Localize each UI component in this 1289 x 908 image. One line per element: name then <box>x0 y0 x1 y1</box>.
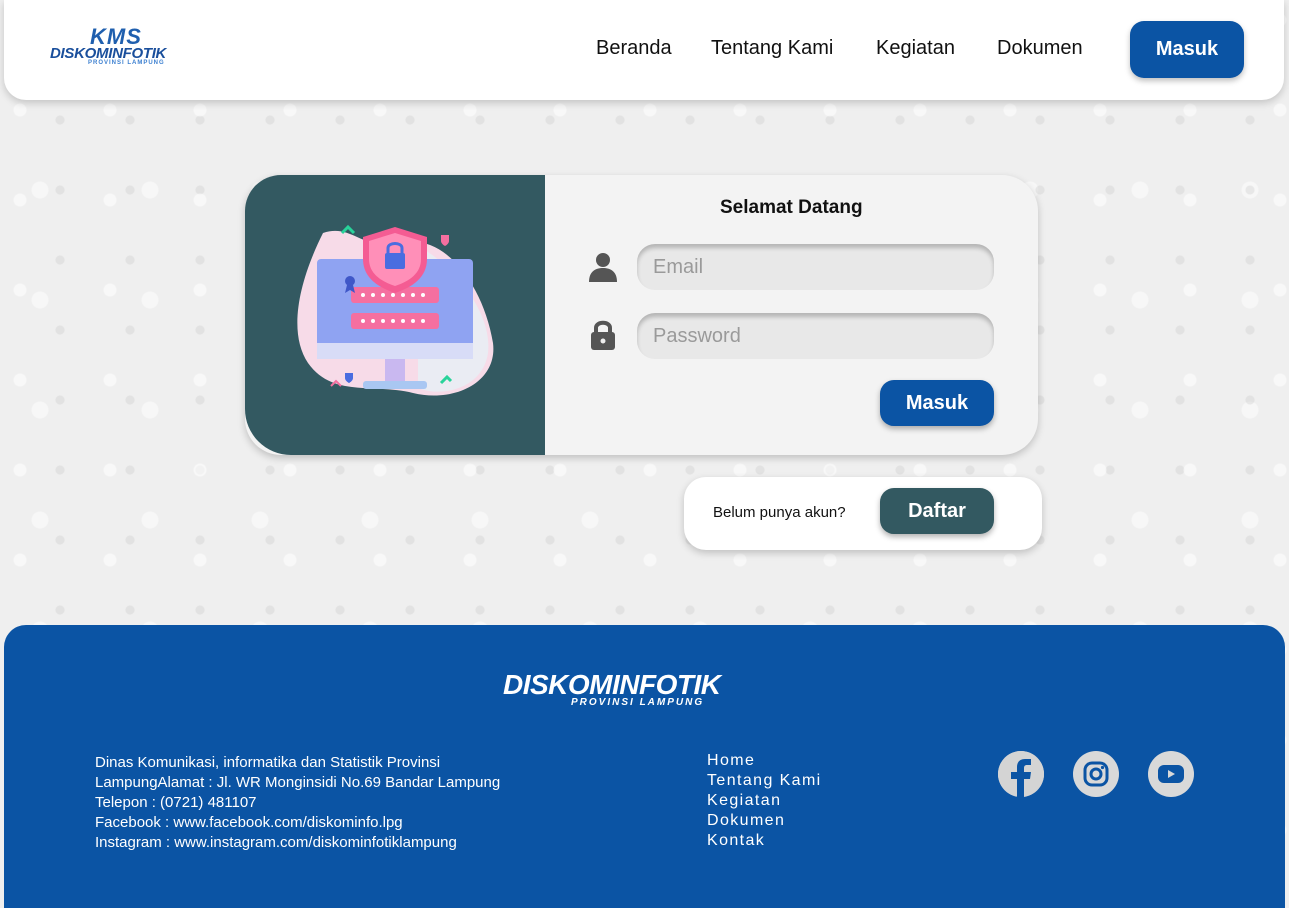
footer-link-kegiatan[interactable]: Kegiatan <box>707 791 822 811</box>
footer-info-line: Dinas Komunikasi, informatika dan Statis… <box>95 754 441 771</box>
register-box: Belum punya akun? Daftar <box>684 477 1042 550</box>
header: KMS DISKOMINFOTIK PROVINSI LAMPUNG Beran… <box>4 0 1284 100</box>
nav-beranda[interactable]: Beranda <box>596 37 672 60</box>
instagram-icon[interactable] <box>1073 751 1119 797</box>
footer-links: Home Tentang Kami Kegiatan Dokumen Konta… <box>707 751 822 851</box>
footer-info-line: LampungAlamat : Jl. WR Monginsidi No.69 … <box>95 774 501 791</box>
lock-icon <box>591 320 615 350</box>
footer-info-line: Instagram : www.instagram.com/diskominfo… <box>95 834 457 851</box>
footer-link-home[interactable]: Home <box>707 751 822 771</box>
password-field[interactable] <box>637 313 994 359</box>
footer: DISKOMINFOTIK PROVINSI LAMPUNG Dinas Kom… <box>4 625 1285 908</box>
footer-info-line: Facebook : www.facebook.com/diskominfo.l… <box>95 814 403 831</box>
user-icon <box>589 253 617 282</box>
main-nav: Beranda Tentang Kami Kegiatan Dokumen <box>4 37 1284 63</box>
illustration-panel <box>245 175 545 455</box>
youtube-icon[interactable] <box>1148 751 1194 797</box>
login-submit-button[interactable]: Masuk <box>880 380 994 426</box>
register-question: Belum punya akun? <box>713 504 846 521</box>
nav-dokumen[interactable]: Dokumen <box>997 37 1083 60</box>
footer-link-tentang-kami[interactable]: Tentang Kami <box>707 771 822 791</box>
footer-info-line: Telepon : (0721) 481107 <box>95 794 257 811</box>
footer-logo-sub: PROVINSI LAMPUNG <box>571 697 705 708</box>
header-login-button[interactable]: Masuk <box>1130 21 1244 78</box>
footer-link-dokumen[interactable]: Dokumen <box>707 811 822 831</box>
security-illustration-icon <box>297 224 494 396</box>
nav-tentang-kami[interactable]: Tentang Kami <box>711 37 833 60</box>
footer-link-kontak[interactable]: Kontak <box>707 831 822 851</box>
footer-logo: DISKOMINFOTIK PROVINSI LAMPUNG <box>503 669 793 709</box>
facebook-icon[interactable] <box>998 751 1044 797</box>
register-button[interactable]: Daftar <box>880 488 994 534</box>
footer-contact-info: Dinas Komunikasi, informatika dan Statis… <box>95 753 500 853</box>
nav-kegiatan[interactable]: Kegiatan <box>876 37 955 60</box>
email-field[interactable] <box>637 244 994 290</box>
welcome-title: Selamat Datang <box>720 197 863 218</box>
